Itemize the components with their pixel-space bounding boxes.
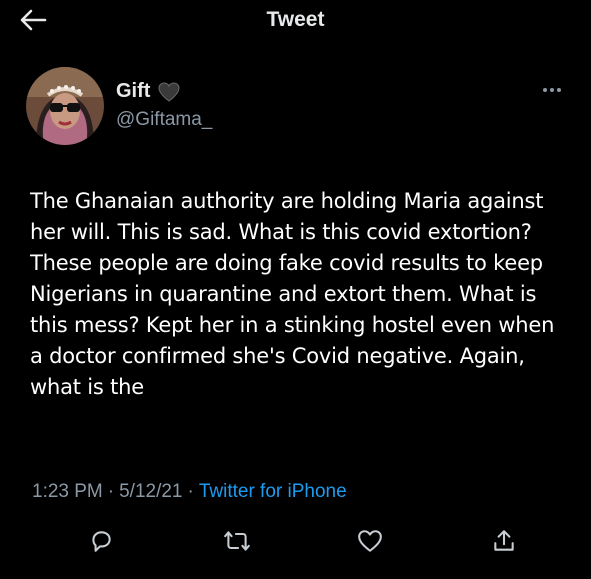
page-title: Tweet	[266, 8, 325, 31]
author-name: Gift	[116, 80, 151, 102]
avatar[interactable]	[26, 67, 104, 145]
reply-icon	[92, 531, 111, 552]
tweet-source-link[interactable]: Twitter for iPhone	[199, 481, 347, 502]
tweet-author: Gift @Giftama_	[26, 67, 566, 145]
author-handle[interactable]: @Giftama_	[116, 109, 212, 131]
tweet-text: The Ghanaian authority are holding Maria…	[30, 189, 555, 399]
more-options-icon	[543, 88, 561, 92]
retweet-icon	[224, 531, 250, 551]
like-icon	[358, 530, 382, 552]
author-name-row[interactable]: Gift	[116, 80, 180, 103]
tweet-actions	[0, 526, 591, 556]
tweet-time: 1:23 PM	[32, 481, 103, 502]
tweet-date: 5/12/21	[119, 481, 183, 502]
share-button[interactable]	[489, 526, 519, 556]
meta-separator: ·	[187, 481, 194, 502]
tweet-metadata: 1:23 PM · 5/12/21 · Twitter for iPhone	[32, 481, 347, 503]
reply-button[interactable]	[86, 526, 116, 556]
meta-separator: ·	[107, 481, 115, 502]
retweet-button[interactable]	[222, 526, 252, 556]
share-icon	[494, 530, 514, 551]
like-button[interactable]	[355, 526, 385, 556]
black-heart-icon	[158, 81, 180, 102]
more-options-button[interactable]	[538, 83, 566, 97]
top-bar: Tweet	[0, 0, 591, 40]
